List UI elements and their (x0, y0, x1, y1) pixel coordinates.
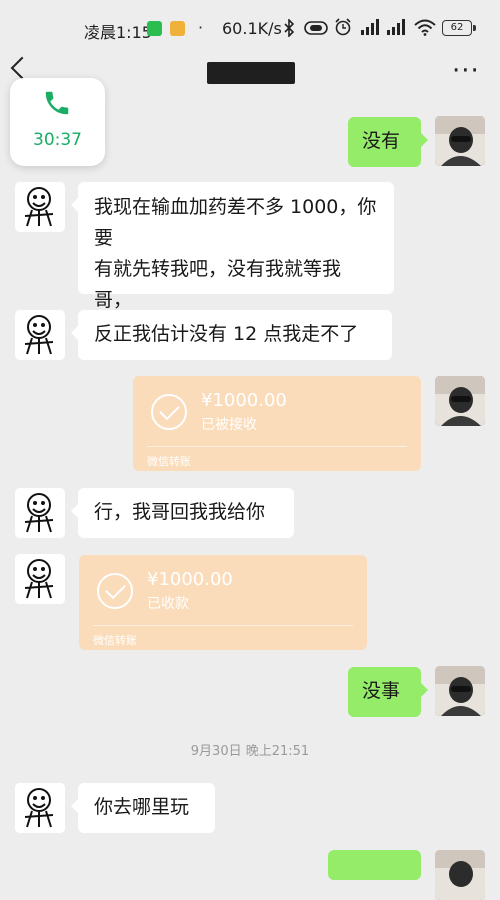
message-bubble-received[interactable]: 行，我哥回我我给你 (71, 488, 294, 538)
more-options-icon[interactable]: ··· (452, 56, 480, 86)
signal-icon-2 (387, 19, 405, 35)
alarm-icon (335, 18, 351, 36)
avatar-image (435, 850, 485, 900)
self-avatar[interactable] (435, 850, 485, 900)
cartoon-avatar-image (15, 488, 65, 538)
transfer-label: 微信转账 (93, 634, 137, 647)
transfer-status: 已收款 (147, 596, 189, 612)
contact-avatar[interactable] (15, 783, 65, 833)
transfer-amount: ¥1000.00 (201, 390, 287, 411)
message-bubble-received[interactable]: 反正我估计没有 12 点我走不了 (71, 310, 392, 360)
signal-icon-1 (361, 19, 379, 35)
mail-notification-icon (170, 21, 185, 36)
self-avatar[interactable] (435, 116, 485, 166)
toggle-icon (304, 21, 328, 35)
contact-avatar[interactable] (15, 310, 65, 360)
avatar-image (435, 666, 485, 716)
self-avatar[interactable] (435, 376, 485, 426)
cartoon-avatar-image (15, 182, 65, 232)
network-speed: 60.1K/s (222, 19, 282, 38)
divider (147, 446, 407, 447)
avatar-image (435, 116, 485, 166)
self-avatar[interactable] (435, 666, 485, 716)
call-duration: 30:37 (33, 130, 82, 150)
contact-avatar[interactable] (15, 182, 65, 232)
cartoon-avatar-image (15, 554, 65, 604)
voice-call-floating-window[interactable]: 30:37 (10, 78, 105, 166)
clock: 凌晨1:15 (84, 23, 152, 42)
message-bubble-sent[interactable]: 没事 (348, 667, 428, 717)
message-bubble-received[interactable]: 你去哪里玩 (71, 783, 215, 833)
chat-timestamp: 9月30日 晚上21:51 (190, 744, 310, 759)
separator-dot: · (198, 18, 204, 37)
status-bar: 凌晨1:15 · 60.1K/s 62 (0, 0, 500, 56)
transfer-label: 微信转账 (147, 455, 191, 468)
contact-avatar[interactable] (15, 488, 65, 538)
cartoon-avatar-image (15, 310, 65, 360)
transfer-amount: ¥1000.00 (147, 569, 233, 590)
contact-avatar[interactable] (15, 554, 65, 604)
chat-title-redacted (207, 62, 295, 84)
transfer-card-received[interactable]: ¥1000.00 已收款 微信转账 (79, 555, 367, 650)
divider (93, 625, 353, 626)
message-bubble-sent[interactable]: 没有 (348, 117, 428, 167)
avatar-image (435, 376, 485, 426)
wifi-icon (414, 19, 436, 36)
back-arrow-icon[interactable] (10, 56, 34, 80)
transfer-status: 已被接收 (201, 417, 257, 433)
wechat-notification-icon (147, 21, 162, 36)
cartoon-avatar-image (15, 783, 65, 833)
message-bubble-sent-partial[interactable] (328, 850, 421, 880)
battery-indicator: 62 (442, 20, 476, 36)
bluetooth-icon (284, 19, 295, 37)
message-bubble-received[interactable]: 我现在输血加药差不多 1000，你要 有就先转我吧，没有我就等我哥， 哈哈哈哈 (71, 182, 394, 342)
phone-icon (45, 91, 69, 115)
transfer-card-sent[interactable]: ¥1000.00 已被接收 微信转账 (133, 376, 421, 471)
